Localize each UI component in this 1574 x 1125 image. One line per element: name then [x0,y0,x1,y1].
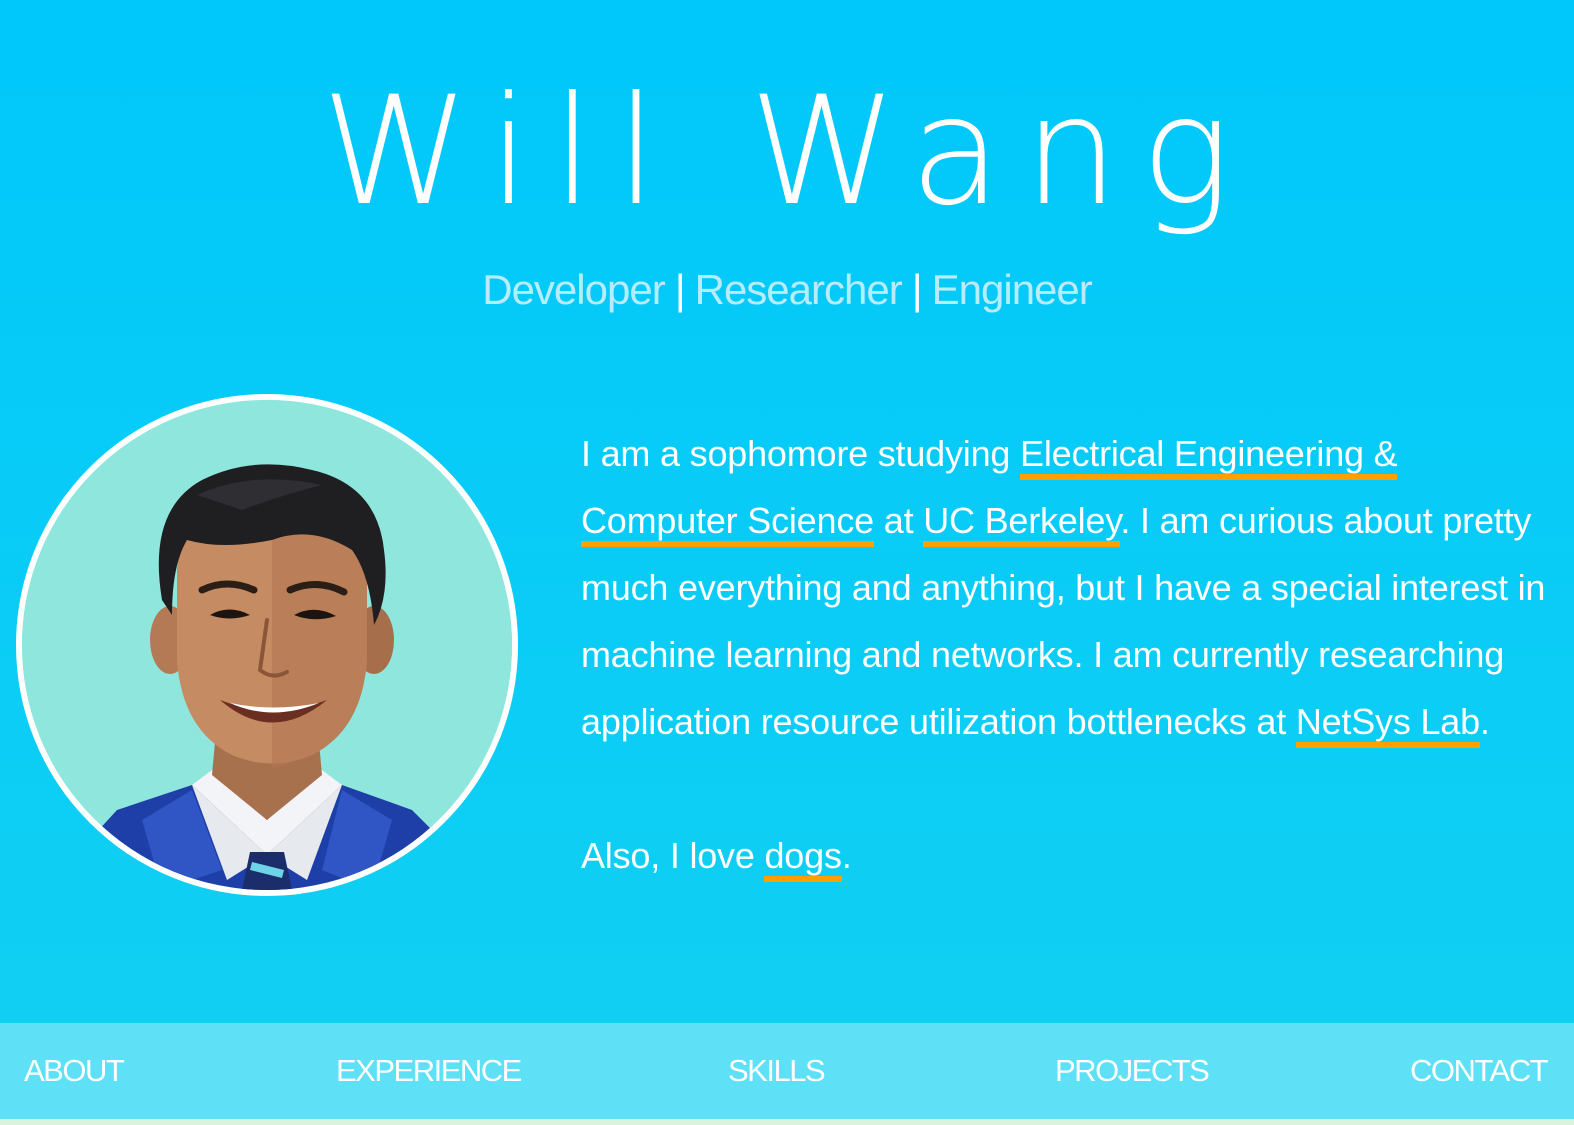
nav-item-contact[interactable]: CONTACT [1410,1053,1549,1089]
bio-paragraph: Also, I love dogs. [581,822,1556,889]
bio-text: at [873,500,924,541]
avatar-portrait-image [22,400,512,890]
bio-text: . [841,835,852,876]
nav-item-about[interactable]: ABOUT [24,1053,125,1089]
bio-paragraph: I am a sophomore studying Electrical Eng… [581,420,1556,755]
uc-berkeley-link[interactable]: UC Berkeley [923,500,1121,547]
tagline-role-developer: Developer [482,266,665,313]
dogs-link[interactable]: dogs [764,835,842,882]
nav-item-skills[interactable]: SKILLS [728,1053,826,1089]
tagline-role-engineer: Engineer [931,266,1093,313]
nav-item-projects[interactable]: PROJECTS [1055,1053,1210,1089]
nav-item-experience[interactable]: EXPERIENCE [336,1053,522,1089]
bottom-divider [0,1119,1574,1125]
nav-bar: ABOUT EXPERIENCE SKILLS PROJECTS CONTACT [0,1023,1574,1119]
page-title: Will Wang [321,65,1253,239]
avatar [16,394,518,896]
bio-text: I am a sophomore studying [581,433,1021,474]
netsys-lab-link[interactable]: NetSys Lab [1295,701,1480,748]
bio-text: . [1479,701,1490,742]
bio-text: Also, I love [581,835,765,876]
tagline-separator: | [674,266,686,313]
tagline-separator: | [911,266,923,313]
tagline-role-researcher: Researcher [694,266,903,313]
bio: I am a sophomore studying Electrical Eng… [581,420,1556,889]
tagline: Developer | Researcher | Engineer [0,262,1574,318]
